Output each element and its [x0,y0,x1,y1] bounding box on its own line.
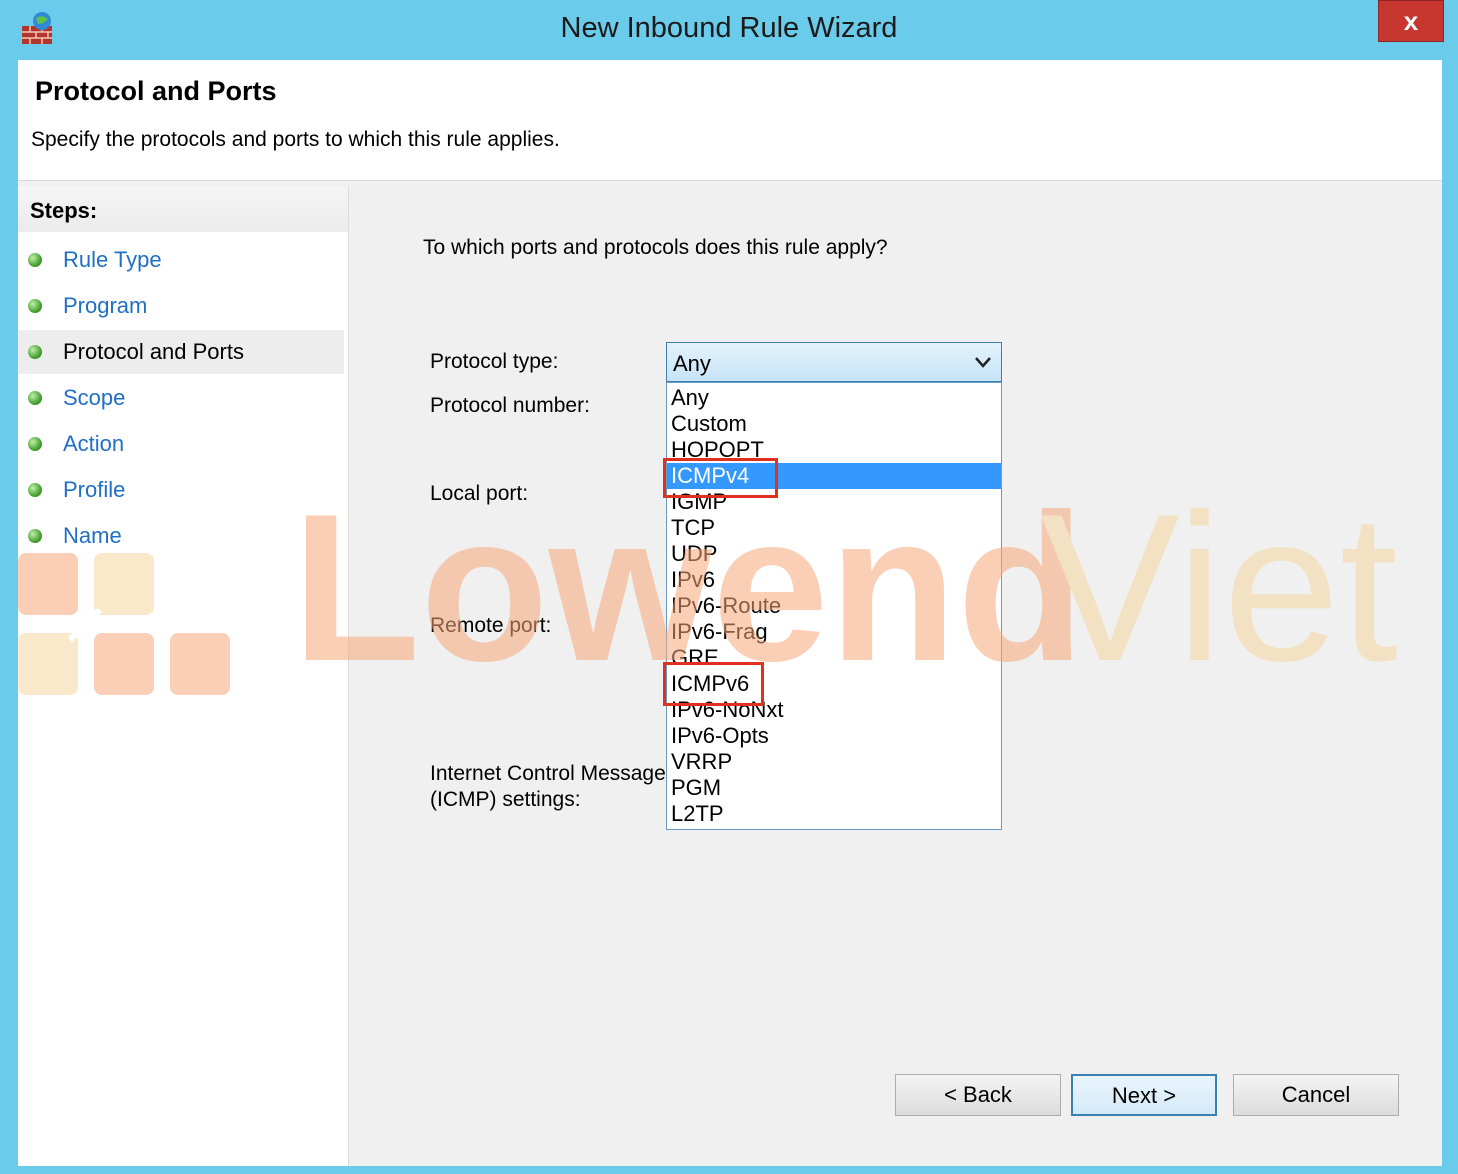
content-panel: To which ports and protocols does this r… [353,186,1442,1166]
local-port-label: Local port: [430,482,529,505]
protocol-option-ipv6[interactable]: IPv6 [667,567,1001,593]
step-status-icon [28,483,42,497]
step-label: Profile [63,477,126,502]
step-label: Rule Type [63,247,162,272]
protocol-option-l2tp[interactable]: L2TP [667,801,1001,827]
protocol-option-tcp[interactable]: TCP [667,515,1001,541]
step-profile[interactable]: Profile [18,468,344,512]
step-scope[interactable]: Scope [18,376,344,420]
back-button[interactable]: < Back [895,1074,1061,1116]
step-name[interactable]: Name [18,514,344,558]
protocol-option-vrrp[interactable]: VRRP [667,749,1001,775]
remote-port-label: Remote port: [430,614,552,637]
steps-title: Steps: [30,198,98,223]
page-subtitle: Specify the protocols and ports to which… [31,128,560,151]
step-rule-type[interactable]: Rule Type [18,238,344,282]
steps-panel: Steps: Rule Type Program Protocol and Po… [18,186,349,1166]
step-status-icon [28,253,42,267]
protocol-option-custom[interactable]: Custom [667,411,1001,437]
steps-header: Steps: [18,186,348,232]
next-button[interactable]: Next > [1071,1074,1217,1116]
step-status-icon [28,437,42,451]
protocol-type-label: Protocol type: [430,350,559,373]
protocol-type-value: Any [673,351,711,376]
chevron-down-icon [975,357,991,368]
protocol-type-select[interactable]: Any [666,342,1002,382]
protocol-option-ipv6-frag[interactable]: IPv6-Frag [667,619,1001,645]
step-action[interactable]: Action [18,422,344,466]
annotation-box-icmpv4 [663,458,778,498]
step-label: Program [63,293,148,318]
protocol-option-any[interactable]: Any [667,385,1001,411]
protocol-option-ipv6-opts[interactable]: IPv6-Opts [667,723,1001,749]
protocol-option-ipv6-route[interactable]: IPv6-Route [667,593,1001,619]
step-label: Action [63,431,125,456]
cancel-button[interactable]: Cancel [1233,1074,1399,1116]
wizard-header: Protocol and Ports Specify the protocols… [18,60,1442,181]
step-program[interactable]: Program [18,284,344,328]
window-title: New Inbound Rule Wizard [560,12,898,44]
step-status-icon [28,299,42,313]
page-title: Protocol and Ports [35,76,277,106]
icmp-settings-label-line1: Internet Control Message [430,762,666,785]
step-label: Name [63,523,122,548]
question-text: To which ports and protocols does this r… [423,236,888,259]
step-label: Protocol and Ports [63,339,244,364]
protocol-option-pgm[interactable]: PGM [667,775,1001,801]
step-status-icon [28,345,42,359]
title-bar[interactable]: New Inbound Rule Wizard x [0,0,1458,60]
annotation-box-icmpv6 [663,662,764,706]
step-label: Scope [63,385,126,410]
wizard-client: Protocol and Ports Specify the protocols… [18,60,1442,1166]
protocol-option-udp[interactable]: UDP [667,541,1001,567]
step-status-icon [28,529,42,543]
protocol-type-dropdown[interactable]: Any Custom HOPOPT ICMPv4 IGMP TCP UDP IP… [666,382,1002,830]
step-status-icon [28,391,42,405]
icmp-settings-label-line2: (ICMP) settings: [430,788,581,811]
step-protocol-and-ports: Protocol and Ports [18,330,344,374]
protocol-number-label: Protocol number: [430,394,590,417]
close-button[interactable]: x [1378,0,1444,42]
wizard-window: New Inbound Rule Wizard x Protocol and P… [0,0,1458,1174]
